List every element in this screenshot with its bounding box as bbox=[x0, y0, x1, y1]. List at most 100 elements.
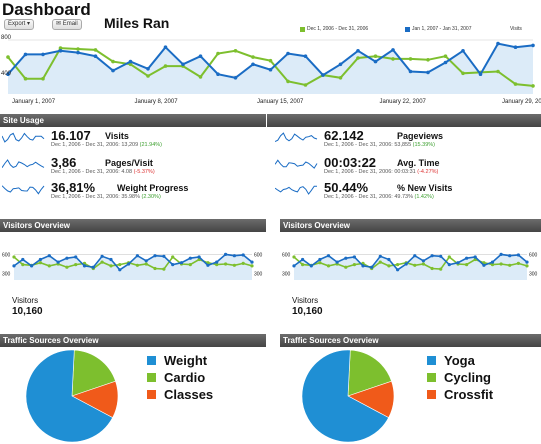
data-point[interactable] bbox=[21, 257, 25, 262]
data-point[interactable] bbox=[496, 69, 500, 74]
data-point[interactable] bbox=[513, 45, 518, 49]
data-point[interactable] bbox=[171, 263, 175, 267]
data-point[interactable] bbox=[525, 260, 529, 264]
data-point[interactable] bbox=[171, 255, 175, 259]
data-point[interactable] bbox=[233, 76, 238, 80]
data-point[interactable] bbox=[344, 265, 348, 269]
data-point[interactable] bbox=[391, 48, 395, 52]
data-point[interactable] bbox=[38, 261, 43, 265]
data-point[interactable] bbox=[301, 263, 305, 267]
data-point[interactable] bbox=[387, 257, 391, 262]
data-point[interactable] bbox=[109, 264, 113, 268]
data-point[interactable] bbox=[76, 47, 80, 51]
metric-selector[interactable]: Visits bbox=[510, 26, 522, 32]
data-point[interactable] bbox=[188, 256, 192, 260]
data-point[interactable] bbox=[197, 255, 201, 259]
data-point[interactable] bbox=[250, 260, 254, 264]
data-point[interactable] bbox=[413, 263, 417, 267]
data-point[interactable] bbox=[426, 58, 430, 62]
data-point[interactable] bbox=[111, 68, 115, 73]
data-point[interactable] bbox=[430, 254, 434, 258]
data-point[interactable] bbox=[465, 256, 469, 260]
data-point[interactable] bbox=[513, 82, 518, 86]
traffic-pie-left[interactable] bbox=[22, 348, 122, 444]
data-point[interactable] bbox=[373, 59, 378, 64]
data-point[interactable] bbox=[387, 264, 391, 268]
data-point[interactable] bbox=[111, 59, 115, 64]
data-point[interactable] bbox=[326, 264, 331, 268]
data-point[interactable] bbox=[118, 268, 122, 272]
data-point[interactable] bbox=[12, 264, 16, 268]
data-point[interactable] bbox=[531, 43, 535, 48]
data-point[interactable] bbox=[309, 264, 313, 268]
data-point[interactable] bbox=[93, 48, 98, 52]
data-point[interactable] bbox=[241, 261, 245, 265]
data-point[interactable] bbox=[21, 263, 25, 267]
data-point[interactable] bbox=[456, 261, 460, 265]
data-point[interactable] bbox=[370, 265, 374, 269]
data-point[interactable] bbox=[499, 252, 503, 256]
data-point[interactable] bbox=[421, 259, 425, 263]
data-point[interactable] bbox=[74, 255, 78, 259]
data-point[interactable] bbox=[439, 254, 443, 258]
data-point[interactable] bbox=[516, 253, 520, 257]
data-point[interactable] bbox=[461, 71, 465, 76]
data-point[interactable] bbox=[135, 263, 139, 267]
data-point[interactable] bbox=[338, 76, 343, 80]
email-button[interactable]: ✉ Email bbox=[52, 19, 82, 30]
data-point[interactable] bbox=[482, 263, 486, 267]
data-point[interactable] bbox=[109, 257, 113, 262]
data-point[interactable] bbox=[496, 41, 500, 46]
data-point[interactable] bbox=[391, 57, 395, 61]
data-point[interactable] bbox=[335, 260, 339, 264]
data-point[interactable] bbox=[216, 72, 220, 76]
data-point[interactable] bbox=[439, 267, 443, 271]
data-point[interactable] bbox=[215, 260, 219, 264]
data-point[interactable] bbox=[76, 50, 80, 55]
data-point[interactable] bbox=[82, 264, 87, 268]
data-point[interactable] bbox=[447, 255, 451, 259]
data-point[interactable] bbox=[303, 54, 308, 58]
data-point[interactable] bbox=[292, 255, 296, 259]
data-point[interactable] bbox=[74, 263, 78, 267]
data-point[interactable] bbox=[127, 262, 131, 266]
data-point[interactable] bbox=[426, 70, 430, 75]
data-point[interactable] bbox=[146, 67, 150, 71]
data-point[interactable] bbox=[473, 255, 477, 259]
data-point[interactable] bbox=[268, 58, 273, 63]
data-point[interactable] bbox=[531, 84, 535, 88]
data-point[interactable] bbox=[224, 252, 228, 256]
data-point[interactable] bbox=[30, 264, 34, 268]
data-point[interactable] bbox=[525, 264, 529, 268]
traffic-pie-right[interactable] bbox=[298, 348, 398, 444]
data-point[interactable] bbox=[413, 254, 417, 258]
data-point[interactable] bbox=[65, 256, 69, 260]
data-point[interactable] bbox=[47, 264, 51, 268]
data-point[interactable] bbox=[356, 49, 360, 53]
data-point[interactable] bbox=[41, 76, 45, 81]
data-point[interactable] bbox=[224, 262, 228, 266]
data-point[interactable] bbox=[232, 263, 236, 267]
data-point[interactable] bbox=[318, 257, 322, 262]
data-point[interactable] bbox=[251, 55, 255, 59]
data-point[interactable] bbox=[58, 49, 63, 53]
data-point[interactable] bbox=[326, 254, 331, 258]
data-point[interactable] bbox=[361, 264, 365, 268]
data-point[interactable] bbox=[233, 49, 238, 53]
data-point[interactable] bbox=[216, 51, 220, 56]
data-point[interactable] bbox=[447, 263, 451, 267]
data-point[interactable] bbox=[179, 261, 184, 265]
data-point[interactable] bbox=[352, 263, 356, 267]
data-point[interactable] bbox=[396, 263, 400, 267]
data-point[interactable] bbox=[499, 262, 503, 266]
data-point[interactable] bbox=[250, 264, 254, 268]
data-point[interactable] bbox=[38, 257, 43, 262]
data-point[interactable] bbox=[338, 62, 343, 67]
data-point[interactable] bbox=[153, 254, 157, 258]
data-point[interactable] bbox=[303, 83, 308, 87]
data-point[interactable] bbox=[65, 265, 69, 269]
data-point[interactable] bbox=[241, 253, 245, 257]
data-point[interactable] bbox=[135, 254, 139, 258]
data-point[interactable] bbox=[47, 254, 51, 258]
data-point[interactable] bbox=[478, 72, 483, 76]
